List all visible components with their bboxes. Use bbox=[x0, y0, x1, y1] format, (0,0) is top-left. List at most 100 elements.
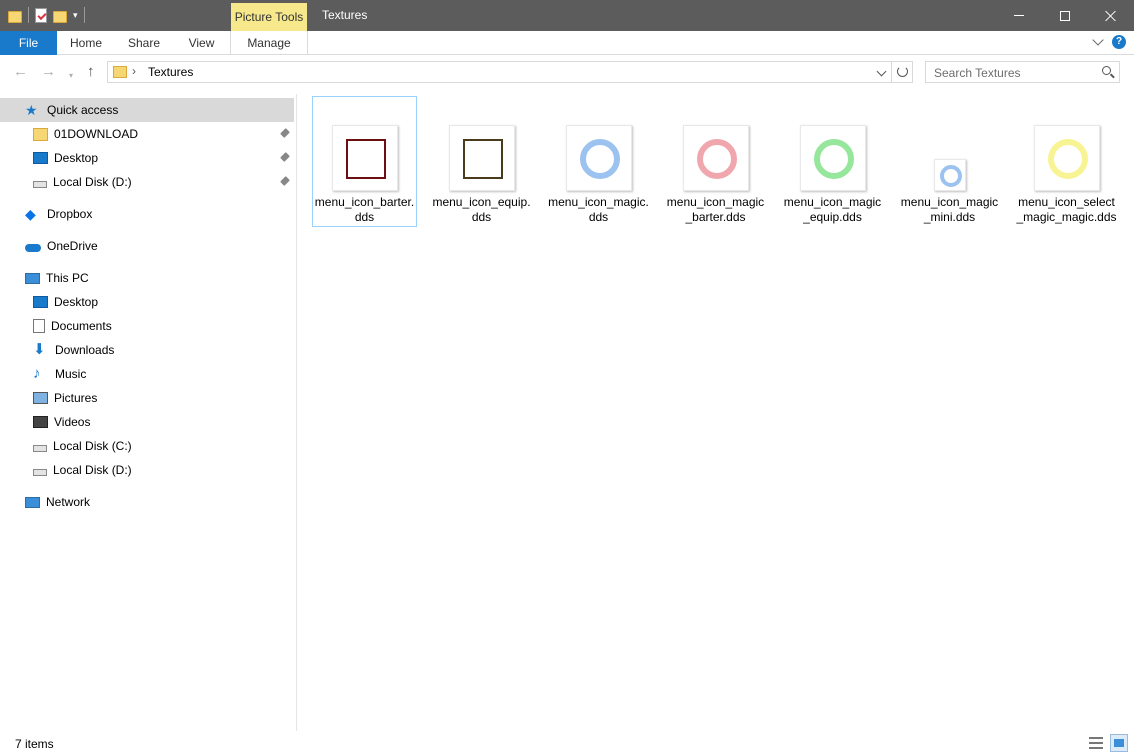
title-bar: ▾ Picture Tools Textures bbox=[0, 0, 1134, 31]
windows-disk-icon bbox=[33, 444, 47, 452]
folder-icon[interactable] bbox=[8, 11, 22, 23]
sidebar-item-desktop-pinned[interactable]: Desktop bbox=[0, 146, 294, 170]
pin-icon bbox=[280, 128, 290, 138]
pictures-icon bbox=[33, 392, 48, 404]
disk-icon bbox=[33, 468, 47, 476]
sidebar-item-quick-access[interactable]: ★ Quick access bbox=[0, 98, 294, 122]
sidebar-item-pictures[interactable]: Pictures bbox=[0, 386, 294, 410]
sidebar-item-documents[interactable]: Documents bbox=[0, 314, 294, 338]
tab-view[interactable]: View bbox=[173, 31, 230, 55]
search-icon[interactable] bbox=[1102, 66, 1111, 75]
large-icons-view-icon[interactable] bbox=[1110, 734, 1128, 752]
file-thumbnail bbox=[683, 125, 749, 191]
file-item-menu-icon-magic-mini[interactable]: menu_icon_magic_mini.dds bbox=[897, 96, 1002, 227]
minimize-icon bbox=[1014, 15, 1024, 16]
this-pc-icon bbox=[25, 272, 40, 284]
magic-ring-icon bbox=[697, 139, 737, 179]
maximize-button[interactable] bbox=[1042, 0, 1088, 31]
dropbox-icon: ◆ bbox=[25, 206, 36, 222]
file-item-menu-icon-magic[interactable]: menu_icon_magic.dds bbox=[546, 96, 651, 227]
sidebar-item-network[interactable]: Network bbox=[0, 490, 294, 514]
square-frame-icon bbox=[346, 139, 386, 179]
sidebar-item-label: Local Disk (C:) bbox=[53, 439, 132, 453]
sidebar-item-local-disk-d-pinned[interactable]: Local Disk (D:) bbox=[0, 170, 294, 194]
sidebar-item-music[interactable]: ♪ Music bbox=[0, 362, 294, 386]
network-icon bbox=[25, 496, 40, 508]
minimize-button[interactable] bbox=[996, 0, 1042, 31]
up-arrow-icon[interactable]: ↑ bbox=[87, 64, 95, 80]
address-row: ← → ▾ ↑ › Textures Search Textures bbox=[0, 56, 1134, 89]
disk-icon bbox=[33, 180, 47, 188]
sidebar-item-local-disk-c[interactable]: Local Disk (C:) bbox=[0, 434, 294, 458]
sidebar-item-01download[interactable]: 01DOWNLOAD bbox=[0, 122, 294, 146]
search-input[interactable]: Search Textures bbox=[925, 61, 1120, 83]
details-view-icon[interactable] bbox=[1089, 737, 1103, 749]
new-folder-icon[interactable] bbox=[53, 11, 67, 23]
music-icon: ♪ bbox=[33, 365, 41, 382]
navigation-pane: ★ Quick access 01DOWNLOAD Desktop Local D… bbox=[0, 94, 297, 731]
back-arrow-icon[interactable]: ← bbox=[13, 64, 28, 80]
window-title: Textures bbox=[322, 8, 368, 22]
file-item-menu-icon-magic-barter[interactable]: menu_icon_magic_barter.dds bbox=[663, 96, 768, 227]
sidebar-item-desktop[interactable]: Desktop bbox=[0, 290, 294, 314]
file-name: menu_icon_magic_equip.dds bbox=[783, 195, 882, 224]
properties-icon[interactable] bbox=[35, 7, 47, 23]
close-icon bbox=[1105, 10, 1117, 22]
file-name: menu_icon_barter.dds bbox=[314, 195, 415, 224]
sidebar-item-dropbox[interactable]: ◆ Dropbox bbox=[0, 202, 294, 226]
sidebar-item-label: This PC bbox=[46, 271, 89, 285]
tab-manage[interactable]: Manage bbox=[230, 31, 308, 55]
refresh-icon[interactable] bbox=[897, 66, 908, 77]
magic-ring-icon bbox=[1048, 139, 1088, 179]
desktop-icon bbox=[33, 296, 48, 308]
address-divider bbox=[891, 62, 892, 82]
sidebar-item-downloads[interactable]: ⬇ Downloads bbox=[0, 338, 294, 362]
file-item-menu-icon-equip[interactable]: menu_icon_equip.dds bbox=[429, 96, 534, 227]
file-thumbnail bbox=[934, 159, 966, 191]
toolbar-divider bbox=[28, 7, 29, 23]
address-bar[interactable]: › Textures bbox=[107, 61, 913, 83]
file-item-menu-icon-barter[interactable]: menu_icon_barter.dds bbox=[312, 96, 417, 227]
file-item-menu-icon-magic-equip[interactable]: menu_icon_magic_equip.dds bbox=[780, 96, 885, 227]
sidebar-item-onedrive[interactable]: OneDrive bbox=[0, 234, 294, 258]
magic-ring-icon bbox=[940, 165, 962, 187]
recent-locations-chevron-icon[interactable]: ▾ bbox=[69, 68, 73, 84]
file-thumbnail bbox=[566, 125, 632, 191]
downloads-icon: ⬇ bbox=[33, 341, 46, 358]
file-item-menu-icon-select-magic-magic[interactable]: menu_icon_select_magic_magic.dds bbox=[1014, 96, 1119, 227]
sidebar-item-local-disk-d[interactable]: Local Disk (D:) bbox=[0, 458, 294, 482]
sidebar-item-label: Network bbox=[46, 495, 91, 509]
tab-home[interactable]: Home bbox=[57, 31, 115, 55]
picture-tools-tab[interactable]: Picture Tools bbox=[231, 3, 307, 31]
file-name: menu_icon_magic_mini.dds bbox=[900, 195, 999, 224]
toolbar-divider bbox=[83, 7, 85, 23]
onedrive-icon bbox=[25, 244, 41, 252]
address-history-chevron-down-icon[interactable] bbox=[876, 66, 887, 77]
sidebar-item-label: Music bbox=[55, 367, 87, 381]
help-icon[interactable]: ? bbox=[1112, 35, 1126, 49]
breadcrumb-separator-icon[interactable]: › bbox=[132, 64, 136, 78]
sidebar-item-videos[interactable]: Videos bbox=[0, 410, 294, 434]
tab-share[interactable]: Share bbox=[115, 31, 173, 55]
search-placeholder: Search Textures bbox=[934, 66, 1021, 80]
breadcrumb-textures[interactable]: Textures bbox=[148, 65, 193, 79]
folder-icon bbox=[113, 66, 127, 78]
file-thumbnail bbox=[449, 125, 515, 191]
sidebar-item-label: Local Disk (D:) bbox=[53, 463, 132, 477]
forward-arrow-icon[interactable]: → bbox=[41, 64, 56, 80]
pin-icon bbox=[280, 176, 290, 186]
sidebar-item-label: Pictures bbox=[54, 391, 98, 405]
close-button[interactable] bbox=[1088, 0, 1134, 31]
sidebar-item-label: Desktop bbox=[54, 295, 99, 309]
tab-file[interactable]: File bbox=[0, 31, 57, 55]
sidebar-item-label: 01DOWNLOAD bbox=[54, 127, 139, 141]
square-frame-icon bbox=[463, 139, 503, 179]
sidebar-item-label: Downloads bbox=[55, 343, 115, 357]
window-controls bbox=[996, 0, 1134, 31]
sidebar-item-this-pc[interactable]: This PC bbox=[0, 266, 294, 290]
expand-ribbon-chevron-down-icon[interactable] bbox=[1092, 34, 1104, 46]
magic-ring-icon bbox=[814, 139, 854, 179]
customize-toolbar-dropdown-icon[interactable]: ▾ bbox=[73, 6, 78, 24]
star-icon: ★ bbox=[25, 102, 38, 118]
sidebar-item-label: OneDrive bbox=[47, 239, 98, 253]
